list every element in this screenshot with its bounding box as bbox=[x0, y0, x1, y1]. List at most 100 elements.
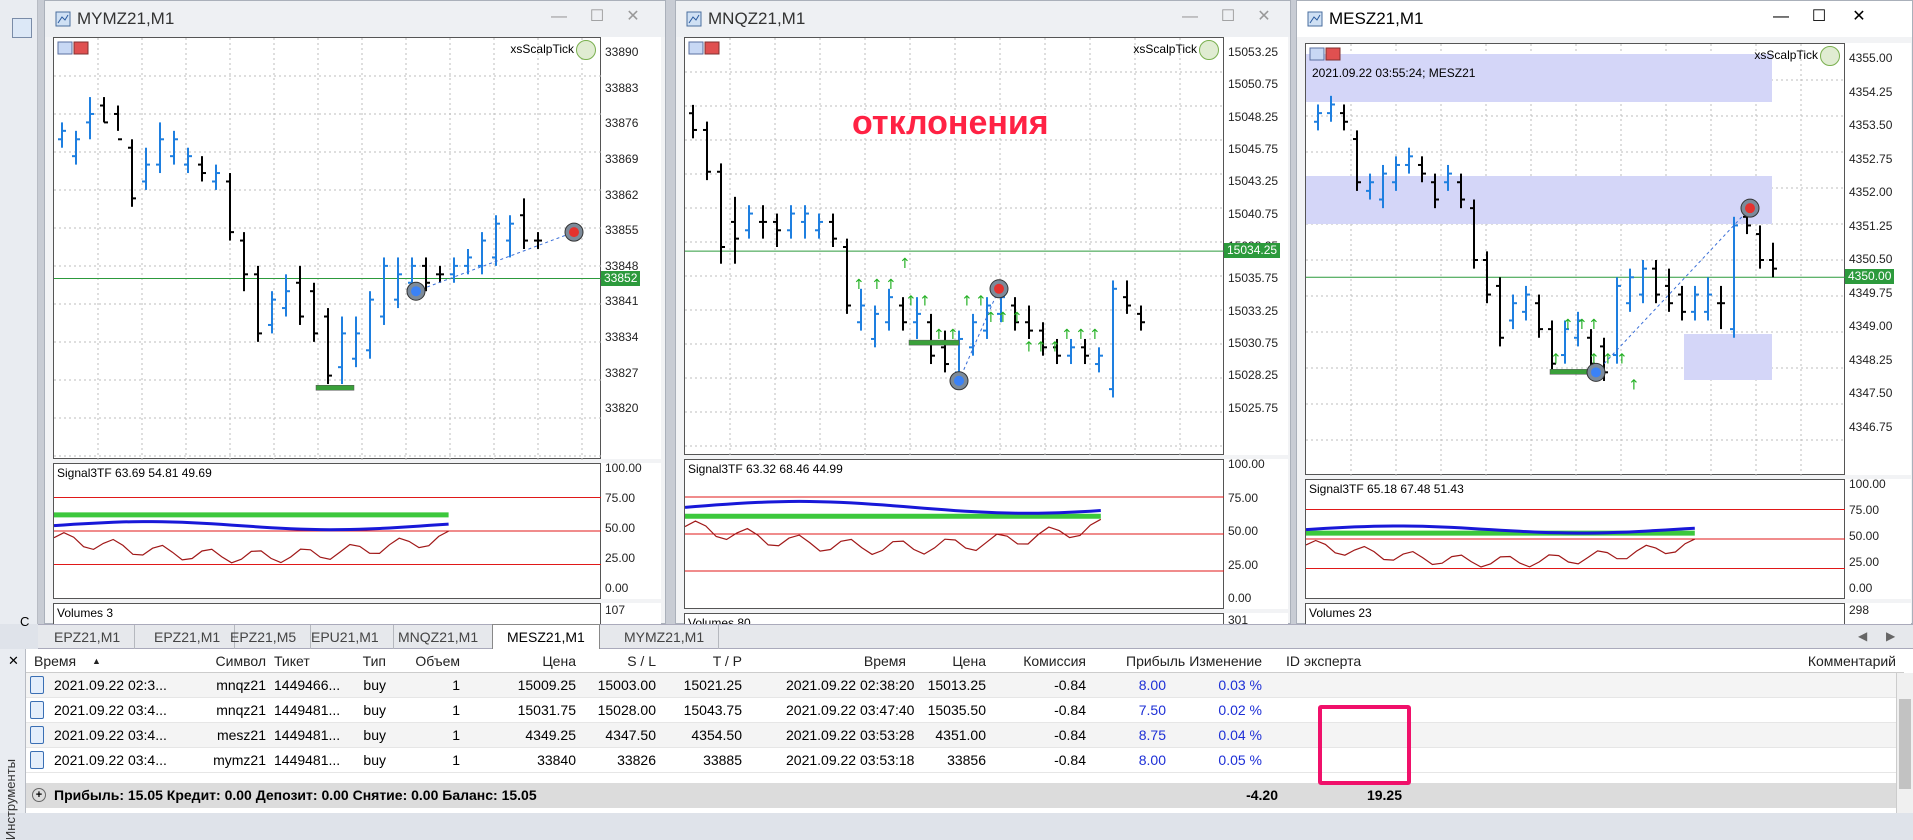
price-bar bbox=[156, 122, 164, 174]
buy-signal-arrow-icon: ↑ bbox=[1576, 317, 1588, 333]
oscillator-tick-label: 0.00 bbox=[1228, 591, 1252, 605]
column-header[interactable]: Тикет bbox=[274, 653, 354, 669]
tab-epz21-m1[interactable]: EPZ21,M1 bbox=[40, 625, 136, 649]
column-header[interactable]: Комментарий bbox=[1446, 653, 1896, 669]
expand-icon[interactable]: + bbox=[32, 788, 46, 802]
oscillator-plot[interactable]: Signal3TF 63.32 68.46 44.99 bbox=[684, 459, 1225, 609]
app-icon[interactable] bbox=[12, 18, 32, 38]
buy-signal-arrow-icon: ↑ bbox=[961, 294, 973, 310]
chart-title: MNQZ21,M1 bbox=[708, 9, 806, 28]
expert-advisor-icon[interactable] bbox=[1820, 46, 1840, 66]
column-header[interactable]: Прибыль bbox=[1126, 653, 1185, 669]
expert-advisor-icon[interactable] bbox=[576, 40, 596, 60]
buy-entry-marker-icon[interactable] bbox=[1586, 362, 1606, 382]
column-header[interactable]: S / L bbox=[586, 653, 656, 669]
annotation-text: отклонения bbox=[852, 104, 1049, 142]
price-tick-label: 15033.25 bbox=[1228, 303, 1279, 318]
price-bar bbox=[1137, 305, 1145, 331]
volume-plot[interactable]: Volumes 23 bbox=[1305, 603, 1845, 625]
price-tick-label: 33876 bbox=[605, 116, 639, 131]
column-header[interactable]: Объем bbox=[404, 653, 460, 669]
tab-scroll-right-icon[interactable]: ▶ bbox=[1886, 629, 1895, 643]
price-bar bbox=[324, 308, 332, 385]
tab-scroll-left-icon[interactable]: ◀ bbox=[1858, 629, 1867, 643]
oscillator-tick-label: 25.00 bbox=[1849, 555, 1880, 569]
chart-window-mymz21[interactable]: MYMZ21,M1 — ☐ ✕ xsScalpTick 33890 33883 33… bbox=[44, 0, 666, 625]
price-plot[interactable]: ↑ ↑ ↑ ↑ ↑ ↑ ↑ ↑ xsScalpTick 2021.09.22 03:55:24; … bbox=[1305, 43, 1846, 476]
price-tick-label: 33841 bbox=[605, 294, 639, 309]
total-profit: 19.25 bbox=[1366, 787, 1402, 803]
close-button[interactable]: ✕ bbox=[1845, 5, 1873, 29]
profit-highlight-box bbox=[1318, 705, 1411, 785]
terminal-sidebar: ✕ Инструменты bbox=[0, 649, 26, 840]
column-header[interactable]: ID эксперта bbox=[1286, 653, 1386, 669]
price-bar bbox=[857, 288, 865, 331]
column-header[interactable]: Тип bbox=[356, 653, 386, 669]
price-bar bbox=[745, 205, 753, 239]
chart-title-bar[interactable]: MESZ21,M1 — ☐ ✕ bbox=[1297, 1, 1912, 37]
maximize-button[interactable]: ☐ bbox=[583, 5, 611, 29]
oscillator-title: Signal3TF 63.32 68.46 44.99 bbox=[688, 462, 843, 476]
table-row[interactable]: 2021.09.22 03:4... mnqz21 1449481... buy 1 15… bbox=[26, 698, 1896, 723]
exit-marker-icon[interactable] bbox=[989, 279, 1009, 299]
column-header[interactable]: T / P bbox=[676, 653, 742, 669]
chart-title-bar[interactable]: MYMZ21,M1 — ☐ ✕ bbox=[45, 1, 665, 37]
price-chart-svg: ↑ ↑ ↑↑ ↑ ↑ ↑↑ bbox=[1306, 44, 1846, 476]
oscillator-plot[interactable]: Signal3TF 65.18 67.48 51.43 bbox=[1305, 479, 1846, 599]
close-terminal-icon[interactable]: ✕ bbox=[8, 653, 19, 669]
column-header[interactable]: Время bbox=[786, 653, 906, 669]
left-strip-label: С bbox=[20, 614, 30, 629]
table-cell: 1449481... bbox=[274, 702, 341, 718]
table-header: Время Символ Тикет Тип Объем Цена S / LT / P Вр… bbox=[26, 649, 1904, 673]
column-header[interactable]: Цена bbox=[916, 653, 986, 669]
price-plot[interactable]: xsScalpTick bbox=[53, 37, 602, 460]
minimize-button[interactable]: — bbox=[545, 5, 573, 29]
chart-toolbar-icon[interactable] bbox=[688, 41, 720, 55]
chart-title-bar[interactable]: MNQZ21,M1 — ☐ ✕ bbox=[676, 1, 1290, 37]
column-header[interactable]: Символ bbox=[156, 653, 266, 669]
tab-mesz21-m1[interactable]: MESZ21,M1 bbox=[492, 624, 600, 650]
maximize-button[interactable]: ☐ bbox=[1805, 5, 1833, 29]
minimize-button[interactable]: — bbox=[1176, 5, 1204, 29]
tab-mymz21-m1[interactable]: MYMZ21,M1 bbox=[610, 625, 720, 649]
price-tick-label: 15025.75 bbox=[1228, 400, 1279, 415]
price-bar bbox=[268, 291, 276, 334]
price-bar bbox=[436, 265, 444, 283]
volume-plot[interactable]: Volumes 3 bbox=[53, 603, 601, 625]
column-header[interactable]: Изменение bbox=[1176, 653, 1262, 669]
column-header[interactable]: Комиссия bbox=[996, 653, 1086, 669]
price-plot[interactable]: ↑ ↑ ↑ ↑ ↑ ↑ ↑ ↑ ↑ ↑ ↑ ↑ ↑ ↑ ↑ ↑ ↑ ↑ ↑ xsScalpTick bbox=[684, 37, 1225, 456]
table-row[interactable]: 2021.09.22 03:4... mesz21 1449481... buy 1 43… bbox=[26, 723, 1896, 748]
tab-epu21-m1[interactable]: EPU21,M1 bbox=[297, 625, 394, 649]
expert-advisor-label: xsScalpTick bbox=[1754, 48, 1818, 62]
chart-window-mnqz21[interactable]: MNQZ21,M1 — ☐ ✕ ↑ ↑ ↑ ↑ ↑ ↑ ↑ ↑ ↑ ↑ ↑ ↑ ↑ ↑ ↑ ↑ ↑ ↑ ↑ xsSca… bbox=[675, 0, 1291, 630]
buy-signal-arrow-icon: ↑ bbox=[871, 277, 883, 293]
table-cell: 33826 bbox=[617, 752, 656, 768]
maximize-button[interactable]: ☐ bbox=[1214, 5, 1242, 29]
volume-axis: 107 bbox=[601, 603, 661, 625]
table-row[interactable]: 2021.09.22 03:4... mymz21 1449481... buy 1 33… bbox=[26, 748, 1896, 773]
table-row[interactable]: 2021.09.22 02:3... mnqz21 1449466... buy 1 15… bbox=[26, 673, 1896, 698]
price-bar bbox=[170, 130, 178, 165]
buy-entry-marker-icon[interactable] bbox=[949, 371, 969, 391]
minimize-button[interactable]: — bbox=[1767, 5, 1795, 29]
oscillator-tick-label: 50.00 bbox=[1849, 529, 1880, 543]
oscillator-plot[interactable]: Signal3TF 63.69 54.81 49.69 bbox=[53, 463, 602, 599]
column-header[interactable]: Цена bbox=[496, 653, 576, 669]
price-bar bbox=[787, 205, 795, 239]
buy-signal-arrow-icon: ↑ bbox=[1035, 340, 1047, 356]
chart-window-mesz21[interactable]: MESZ21,M1 — ☐ ✕ ↑ ↑ ↑ ↑ ↑ ↑ ↑ ↑ xsScalpTick 2021.… bbox=[1296, 0, 1913, 625]
close-button[interactable]: ✕ bbox=[1250, 5, 1278, 29]
expert-advisor-icon[interactable] bbox=[1199, 40, 1219, 60]
chart-toolbar-icon[interactable] bbox=[57, 41, 89, 55]
tab-mnqz21-m1[interactable]: MNQZ21,M1 bbox=[384, 625, 494, 649]
buy-signal-arrow-icon: ↑ bbox=[1049, 340, 1061, 356]
price-bar bbox=[1496, 277, 1504, 347]
buy-entry-marker-icon[interactable] bbox=[406, 281, 426, 301]
exit-marker-icon[interactable] bbox=[564, 222, 584, 242]
table-scrollbar[interactable] bbox=[1896, 673, 1913, 813]
exit-marker-icon[interactable] bbox=[1740, 198, 1760, 218]
scrollbar-thumb[interactable] bbox=[1899, 699, 1911, 789]
close-button[interactable]: ✕ bbox=[619, 5, 647, 29]
oscillator-title: Signal3TF 65.18 67.48 51.43 bbox=[1309, 482, 1464, 496]
